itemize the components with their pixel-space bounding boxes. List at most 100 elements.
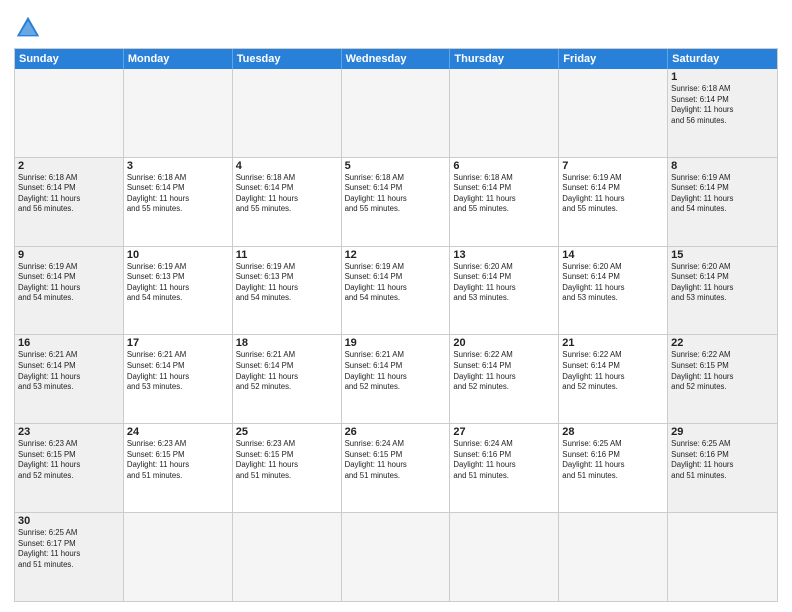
day-number: 12	[345, 249, 447, 261]
day-number: 16	[18, 337, 120, 349]
day-number: 19	[345, 337, 447, 349]
day-cell-13: 13Sunrise: 6:20 AM Sunset: 6:14 PM Dayli…	[450, 247, 559, 335]
empty-cell	[124, 513, 233, 601]
day-info: Sunrise: 6:25 AM Sunset: 6:17 PM Dayligh…	[18, 528, 120, 570]
day-number: 17	[127, 337, 229, 349]
day-cell-26: 26Sunrise: 6:24 AM Sunset: 6:15 PM Dayli…	[342, 424, 451, 512]
day-cell-29: 29Sunrise: 6:25 AM Sunset: 6:16 PM Dayli…	[668, 424, 777, 512]
header-cell-sunday: Sunday	[15, 49, 124, 69]
day-info: Sunrise: 6:19 AM Sunset: 6:13 PM Dayligh…	[127, 262, 229, 304]
empty-cell	[342, 513, 451, 601]
header-cell-wednesday: Wednesday	[342, 49, 451, 69]
day-number: 27	[453, 426, 555, 438]
day-info: Sunrise: 6:25 AM Sunset: 6:16 PM Dayligh…	[562, 439, 664, 481]
calendar-body: 1Sunrise: 6:18 AM Sunset: 6:14 PM Daylig…	[15, 69, 777, 601]
header-cell-friday: Friday	[559, 49, 668, 69]
day-number: 2	[18, 160, 120, 172]
header	[14, 10, 778, 42]
day-info: Sunrise: 6:19 AM Sunset: 6:14 PM Dayligh…	[345, 262, 447, 304]
logo	[14, 10, 46, 42]
day-number: 4	[236, 160, 338, 172]
day-cell-12: 12Sunrise: 6:19 AM Sunset: 6:14 PM Dayli…	[342, 247, 451, 335]
day-number: 30	[18, 515, 120, 527]
day-info: Sunrise: 6:23 AM Sunset: 6:15 PM Dayligh…	[236, 439, 338, 481]
day-info: Sunrise: 6:24 AM Sunset: 6:16 PM Dayligh…	[453, 439, 555, 481]
header-cell-tuesday: Tuesday	[233, 49, 342, 69]
empty-cell	[668, 513, 777, 601]
day-number: 11	[236, 249, 338, 261]
day-info: Sunrise: 6:19 AM Sunset: 6:14 PM Dayligh…	[562, 173, 664, 215]
day-cell-4: 4Sunrise: 6:18 AM Sunset: 6:14 PM Daylig…	[233, 158, 342, 246]
day-number: 8	[671, 160, 774, 172]
day-cell-27: 27Sunrise: 6:24 AM Sunset: 6:16 PM Dayli…	[450, 424, 559, 512]
day-info: Sunrise: 6:21 AM Sunset: 6:14 PM Dayligh…	[345, 350, 447, 392]
day-number: 9	[18, 249, 120, 261]
day-number: 22	[671, 337, 774, 349]
cal-week-1: 2Sunrise: 6:18 AM Sunset: 6:14 PM Daylig…	[15, 158, 777, 247]
day-info: Sunrise: 6:22 AM Sunset: 6:15 PM Dayligh…	[671, 350, 774, 392]
day-number: 29	[671, 426, 774, 438]
day-info: Sunrise: 6:23 AM Sunset: 6:15 PM Dayligh…	[127, 439, 229, 481]
day-info: Sunrise: 6:20 AM Sunset: 6:14 PM Dayligh…	[671, 262, 774, 304]
empty-cell	[450, 513, 559, 601]
day-number: 20	[453, 337, 555, 349]
day-number: 26	[345, 426, 447, 438]
empty-cell	[233, 69, 342, 157]
day-info: Sunrise: 6:19 AM Sunset: 6:13 PM Dayligh…	[236, 262, 338, 304]
calendar-header-row: SundayMondayTuesdayWednesdayThursdayFrid…	[15, 49, 777, 69]
day-cell-11: 11Sunrise: 6:19 AM Sunset: 6:13 PM Dayli…	[233, 247, 342, 335]
day-number: 1	[671, 71, 774, 83]
cal-week-5: 30Sunrise: 6:25 AM Sunset: 6:17 PM Dayli…	[15, 513, 777, 601]
day-cell-28: 28Sunrise: 6:25 AM Sunset: 6:16 PM Dayli…	[559, 424, 668, 512]
day-info: Sunrise: 6:19 AM Sunset: 6:14 PM Dayligh…	[671, 173, 774, 215]
day-number: 6	[453, 160, 555, 172]
day-number: 7	[562, 160, 664, 172]
empty-cell	[450, 69, 559, 157]
day-number: 24	[127, 426, 229, 438]
day-cell-22: 22Sunrise: 6:22 AM Sunset: 6:15 PM Dayli…	[668, 335, 777, 423]
header-cell-thursday: Thursday	[450, 49, 559, 69]
day-number: 10	[127, 249, 229, 261]
day-info: Sunrise: 6:20 AM Sunset: 6:14 PM Dayligh…	[453, 262, 555, 304]
day-info: Sunrise: 6:22 AM Sunset: 6:14 PM Dayligh…	[562, 350, 664, 392]
day-info: Sunrise: 6:18 AM Sunset: 6:14 PM Dayligh…	[345, 173, 447, 215]
empty-cell	[124, 69, 233, 157]
day-number: 5	[345, 160, 447, 172]
empty-cell	[15, 69, 124, 157]
day-cell-14: 14Sunrise: 6:20 AM Sunset: 6:14 PM Dayli…	[559, 247, 668, 335]
header-cell-saturday: Saturday	[668, 49, 777, 69]
day-cell-5: 5Sunrise: 6:18 AM Sunset: 6:14 PM Daylig…	[342, 158, 451, 246]
day-info: Sunrise: 6:18 AM Sunset: 6:14 PM Dayligh…	[671, 84, 774, 126]
day-cell-21: 21Sunrise: 6:22 AM Sunset: 6:14 PM Dayli…	[559, 335, 668, 423]
day-cell-10: 10Sunrise: 6:19 AM Sunset: 6:13 PM Dayli…	[124, 247, 233, 335]
empty-cell	[559, 69, 668, 157]
day-info: Sunrise: 6:25 AM Sunset: 6:16 PM Dayligh…	[671, 439, 774, 481]
day-cell-23: 23Sunrise: 6:23 AM Sunset: 6:15 PM Dayli…	[15, 424, 124, 512]
day-cell-24: 24Sunrise: 6:23 AM Sunset: 6:15 PM Dayli…	[124, 424, 233, 512]
day-cell-19: 19Sunrise: 6:21 AM Sunset: 6:14 PM Dayli…	[342, 335, 451, 423]
day-cell-1: 1Sunrise: 6:18 AM Sunset: 6:14 PM Daylig…	[668, 69, 777, 157]
day-cell-6: 6Sunrise: 6:18 AM Sunset: 6:14 PM Daylig…	[450, 158, 559, 246]
cal-week-3: 16Sunrise: 6:21 AM Sunset: 6:14 PM Dayli…	[15, 335, 777, 424]
page: SundayMondayTuesdayWednesdayThursdayFrid…	[0, 0, 792, 612]
day-number: 23	[18, 426, 120, 438]
day-cell-20: 20Sunrise: 6:22 AM Sunset: 6:14 PM Dayli…	[450, 335, 559, 423]
logo-icon	[14, 14, 42, 42]
day-info: Sunrise: 6:21 AM Sunset: 6:14 PM Dayligh…	[127, 350, 229, 392]
cal-week-4: 23 Sunrise: 6:23 AM Sunset: 6:15 PM Dayli…	[15, 424, 777, 513]
day-cell-7: 7Sunrise: 6:19 AM Sunset: 6:14 PM Daylig…	[559, 158, 668, 246]
day-cell-16: 16Sunrise: 6:21 AM Sunset: 6:14 PM Dayli…	[15, 335, 124, 423]
day-info: Sunrise: 6:22 AM Sunset: 6:14 PM Dayligh…	[453, 350, 555, 392]
day-info: Sunrise: 6:18 AM Sunset: 6:14 PM Dayligh…	[236, 173, 338, 215]
day-number: 13	[453, 249, 555, 261]
day-info: Sunrise: 6:18 AM Sunset: 6:14 PM Dayligh…	[18, 173, 120, 215]
day-number: 3	[127, 160, 229, 172]
day-number: 28	[562, 426, 664, 438]
day-cell-2: 2Sunrise: 6:18 AM Sunset: 6:14 PM Daylig…	[15, 158, 124, 246]
day-cell-25: 25Sunrise: 6:23 AM Sunset: 6:15 PM Dayli…	[233, 424, 342, 512]
day-info: Sunrise: 6:21 AM Sunset: 6:14 PM Dayligh…	[236, 350, 338, 392]
day-info: Sunrise: 6:21 AM Sunset: 6:14 PM Dayligh…	[18, 350, 120, 392]
day-cell-18: 18Sunrise: 6:21 AM Sunset: 6:14 PM Dayli…	[233, 335, 342, 423]
day-info: Sunrise: 6:20 AM Sunset: 6:14 PM Dayligh…	[562, 262, 664, 304]
day-number: 15	[671, 249, 774, 261]
